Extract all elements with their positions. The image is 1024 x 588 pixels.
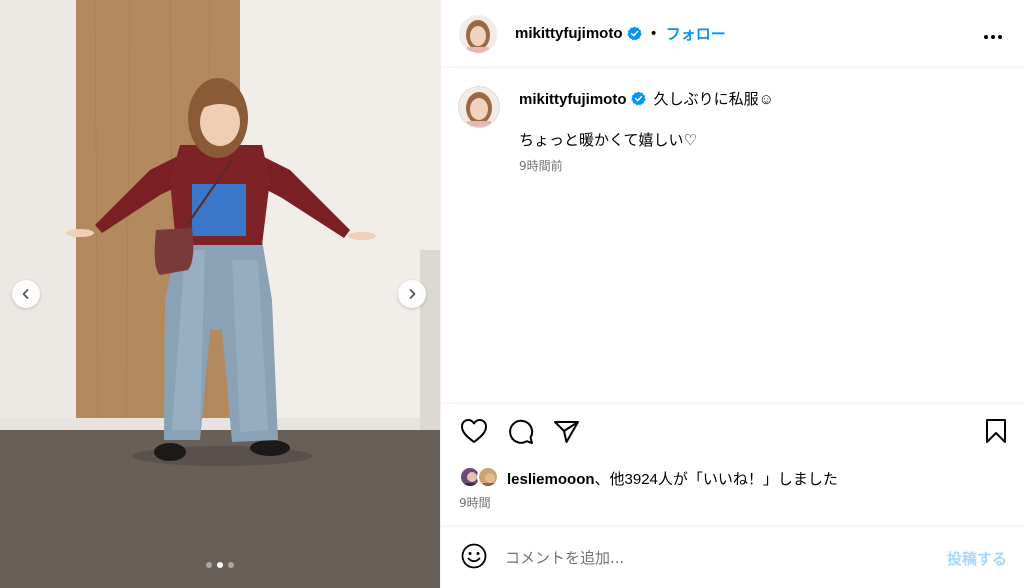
verified-badge-icon [630,91,646,106]
avatar [477,466,499,488]
likes-count-text: 、他3924人が「いいね！」しました [594,470,838,488]
bookmark-icon [985,418,1007,448]
carousel-dot [206,562,212,568]
carousel-next-button[interactable] [398,280,426,308]
likes-summary[interactable]: lesliemooon、他3924人が「いいね！」しました [459,466,838,490]
avatar[interactable] [459,14,497,53]
comment-button[interactable] [505,418,535,448]
post-photo [0,0,440,588]
divider [441,403,1024,404]
liker-username[interactable]: lesliemooon [507,471,595,488]
verified-badge-icon [626,26,642,41]
separator-bullet: • [649,25,658,42]
comment-bar: 投稿する [441,526,1024,588]
save-button[interactable] [981,418,1011,448]
caption-username[interactable]: mikittyfujimoto [519,91,627,108]
carousel-dot-active [217,562,223,568]
more-horizontal-icon [983,25,1003,44]
carousel-indicator [0,562,440,568]
post-comment-button[interactable]: 投稿する [947,548,1007,569]
caption-text-line2: ちょっと暖かくて嬉しい♡ [519,131,697,149]
caption-text: 久しぶりに私服☺ [653,91,774,108]
paper-plane-icon [553,419,580,448]
comment-icon [507,418,534,449]
carousel-prev-button[interactable] [12,280,40,308]
post-username[interactable]: mikittyfujimoto [515,25,623,42]
smiley-icon [461,543,487,573]
heart-icon [460,418,488,448]
like-button[interactable] [459,418,489,448]
chevron-right-icon [406,285,418,304]
chevron-left-icon [20,285,32,304]
caption-timestamp[interactable]: 9時間前 [519,157,1009,174]
post-timestamp[interactable]: 9時間 [459,494,491,511]
post-media-carousel[interactable] [0,0,440,588]
post-panel: mikittyfujimoto • フォロー mikittyfujimoto 久… [440,0,1024,588]
emoji-button[interactable] [459,543,489,573]
post-header: mikittyfujimoto • フォロー [441,0,1024,68]
share-button[interactable] [551,418,581,448]
post-actions [459,418,1015,448]
post-caption: mikittyfujimoto 久しぶりに私服☺ ちょっと暖かくて嬉しい♡ 9時… [519,88,1009,174]
more-options-button[interactable] [981,23,1005,45]
carousel-dot [228,562,234,568]
liker-avatars [459,466,503,490]
caption-avatar[interactable] [458,86,500,128]
follow-button[interactable]: フォロー [666,23,726,44]
comment-input[interactable] [505,548,925,567]
